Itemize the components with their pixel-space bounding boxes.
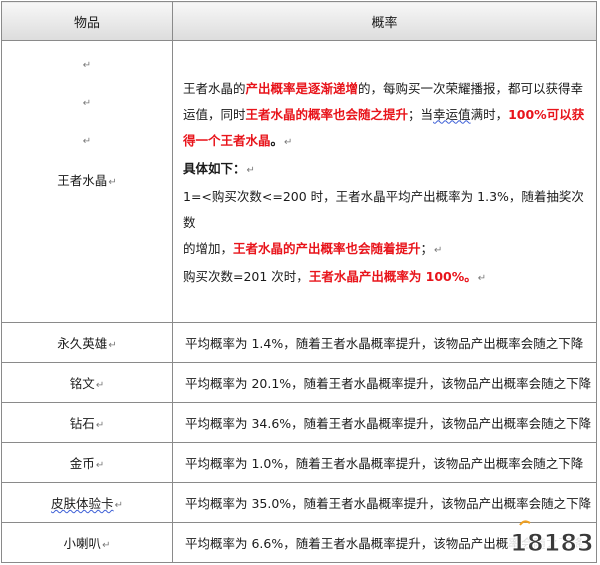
paragraph-mark: ↵ <box>82 135 92 147</box>
text-run: ↵ <box>477 272 487 284</box>
main-item-cell: ↵ ↵ ↵ 王者水晶↵ <box>1 40 173 323</box>
main-item-name: 王者水晶 <box>57 172 108 188</box>
column-header-probability: 概率 <box>172 1 597 41</box>
table-row: 钻石↵ 平均概率为 34.6%，随着王者水晶概率提升，该物品产出概率会随之下降 <box>1 402 597 443</box>
text-run: ； <box>420 240 434 256</box>
desc-line: 得一个王者水晶。↵ <box>183 128 586 156</box>
text-run: 产出概率是逐渐递增 <box>245 80 359 96</box>
text-run: 王者水晶的产出概率也会随着提升 <box>233 240 421 256</box>
desc-line: 具体如下：↵ <box>183 156 586 184</box>
item-probability: 平均概率为 1.4%，随着王者水晶概率提升，该物品产出概率会随之下降 <box>172 322 597 363</box>
text-run: 王者水晶的概率也会随之提升 <box>245 106 409 122</box>
text-run: 具体如下： <box>183 160 246 176</box>
column-header-item: 物品 <box>1 1 173 41</box>
desc-line: 的增加，王者水晶的产出概率也会随着提升；↵ <box>183 236 586 264</box>
paragraph-mark: ↵ <box>82 97 92 109</box>
item-name: 金币 <box>69 456 95 471</box>
text-run: ；当 <box>408 106 434 122</box>
table-row: 永久英雄↵ 平均概率为 1.4%，随着王者水晶概率提升，该物品产出概率会随之下降 <box>1 322 597 363</box>
table-row: 铭文↵ 平均概率为 20.1%，随着王者水晶概率提升，该物品产出概率会随之下降 <box>1 362 597 403</box>
item-name: 皮肤体验卡 <box>51 496 114 511</box>
text-run: 王者水晶的 <box>183 80 246 96</box>
text-run: 购买次数=201 次时， <box>183 268 309 284</box>
main-item-description-cell: 王者水晶的产出概率是逐渐递增的，每购买一次荣耀播报，都可以获得幸 运值，同时王者… <box>172 40 597 323</box>
probability-table: 物品 概率 ↵ ↵ ↵ 王者水晶 ↵ 王者水晶的产出概率是逐渐递增的，每购买一次荣… <box>1 1 597 563</box>
item-probability: 平均概率为 20.1%，随着王者水晶概率提升，该物品产出概率会随之下降 <box>172 362 597 403</box>
item-probability: 平均概率为 34.6%，随着王者水晶概率提升，该物品产出概率会随之下降 <box>172 402 597 443</box>
text-run: 。 <box>270 132 284 148</box>
table-row: 金币↵ 平均概率为 1.0%，随着王者水晶概率提升，该物品产出概率会随之下降 <box>1 442 597 483</box>
table-row-main-item: ↵ ↵ ↵ 王者水晶 ↵ 王者水晶的产出概率是逐渐递增的，每购买一次荣耀播报，都可… <box>1 40 597 323</box>
text-run: 满时， <box>470 106 509 122</box>
item-probability: 平均概率为 1.0%，随着王者水晶概率提升，该物品产出概率会随之下降 <box>172 442 597 483</box>
text-run: 幸运值 <box>433 106 471 122</box>
item-name: 小喇叭 <box>63 536 102 551</box>
text-run: 100%可以获 <box>508 106 585 122</box>
text-run: 的增加， <box>183 240 234 256</box>
item-name: 钻石 <box>69 416 95 431</box>
desc-line: 购买次数=201 次时，王者水晶产出概率为 100%。↵ <box>183 264 586 292</box>
desc-line: 王者水晶的产出概率是逐渐递增的，每购买一次荣耀播报，都可以获得幸 <box>183 76 586 102</box>
text-run: ↵ <box>284 136 293 148</box>
item-name: 永久英雄 <box>57 336 108 351</box>
watermark-text: 18183 <box>510 529 594 557</box>
text-run: 1=<购买次数<=200 时，王者水晶平均产出概率为 1.3%，随着抽奖次数 <box>183 188 584 230</box>
text-run: ↵ <box>434 244 443 256</box>
table-header-row: 物品 概率 <box>1 1 597 41</box>
text-run: 得一个王者水晶 <box>183 132 271 148</box>
text-run: 的，每购买一次荣耀播报，都可以获得幸 <box>358 80 584 96</box>
text-run: 王者水晶产出概率为 100%。 <box>308 268 477 284</box>
paragraph-mark: ↵ <box>82 59 92 71</box>
text-run: ↵ <box>246 164 255 176</box>
item-name: 铭文 <box>69 376 95 391</box>
desc-line: 运值，同时王者水晶的概率也会随之提升；当幸运值满时，100%可以获 <box>183 102 586 128</box>
site-watermark-logo: 18183 <box>508 520 596 561</box>
text-run: 运值，同时 <box>183 106 246 122</box>
desc-line: 1=<购买次数<=200 时，王者水晶平均产出概率为 1.3%，随着抽奖次数 <box>183 184 586 236</box>
